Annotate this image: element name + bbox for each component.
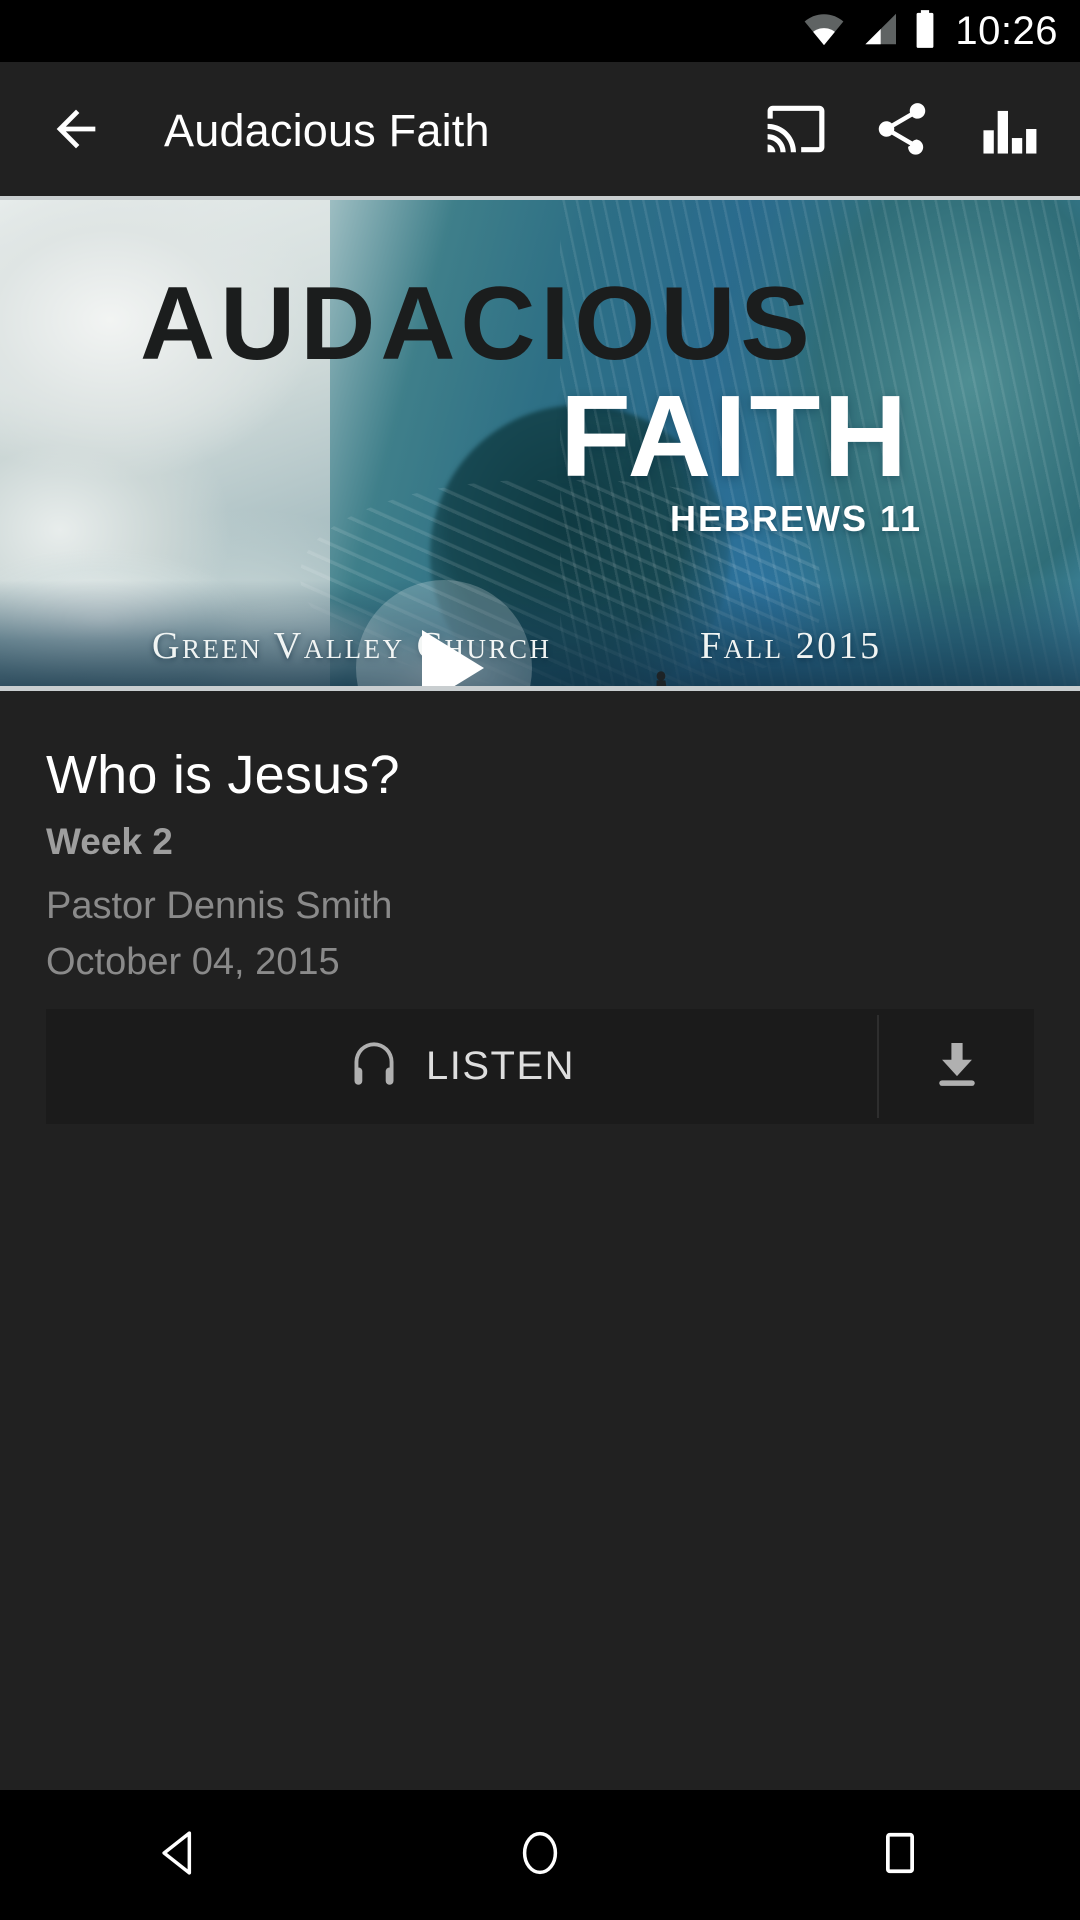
listen-button[interactable]: LISTEN bbox=[46, 1009, 877, 1124]
back-button[interactable] bbox=[28, 83, 124, 179]
share-icon bbox=[871, 98, 933, 165]
download-icon bbox=[929, 1036, 985, 1097]
hero-series-word-1: AUDACIOUS bbox=[140, 266, 815, 382]
app-bar: Audacious Faith bbox=[0, 62, 1080, 200]
wifi-icon bbox=[803, 12, 845, 51]
listen-button-label: LISTEN bbox=[425, 1044, 576, 1088]
nav-back-button[interactable] bbox=[100, 1790, 260, 1920]
app-bar-actions bbox=[750, 85, 1080, 177]
sermon-speaker: Pastor Dennis Smith bbox=[46, 885, 393, 927]
system-navigation-bar bbox=[0, 1790, 1080, 1920]
play-icon bbox=[422, 630, 484, 690]
sermon-week-label: Week 2 bbox=[46, 821, 173, 862]
stats-bar-chart-icon bbox=[977, 98, 1039, 165]
nav-recents-button[interactable] bbox=[820, 1790, 980, 1920]
cast-icon bbox=[765, 98, 827, 165]
nav-home-button[interactable] bbox=[460, 1790, 620, 1920]
sermon-date: October 04, 2015 bbox=[46, 941, 340, 983]
nav-home-circle-icon bbox=[512, 1825, 568, 1886]
stats-button[interactable] bbox=[962, 85, 1054, 177]
battery-icon bbox=[913, 9, 937, 53]
hero-scripture-reference: HEBREWS 11 bbox=[670, 498, 923, 539]
nav-recents-square-icon bbox=[872, 1825, 928, 1886]
action-button-row: LISTEN bbox=[46, 1009, 1034, 1124]
back-arrow-icon bbox=[47, 100, 105, 163]
headphones-icon bbox=[348, 1038, 400, 1095]
status-bar-icons bbox=[803, 9, 937, 53]
nav-back-triangle-icon bbox=[152, 1825, 208, 1886]
app-bar-title: Audacious Faith bbox=[164, 105, 490, 156]
hero-series-word-2: FAITH bbox=[560, 371, 911, 501]
sermon-detail-panel: Who is Jesus? Week 2 Pastor Dennis Smith… bbox=[0, 691, 1080, 1790]
hero-video-thumbnail[interactable]: AUDACIOUS FAITH HEBREWS 11 Green Valley … bbox=[0, 200, 1080, 690]
sermon-title: Who is Jesus? bbox=[46, 745, 400, 805]
cellular-signal-icon bbox=[858, 12, 900, 51]
status-bar-clock: 10:26 bbox=[955, 9, 1058, 53]
share-button[interactable] bbox=[856, 85, 948, 177]
download-button[interactable] bbox=[879, 1009, 1034, 1124]
status-bar: 10:26 bbox=[0, 0, 1080, 62]
cast-button[interactable] bbox=[750, 85, 842, 177]
hero-season: Fall 2015 bbox=[700, 625, 882, 667]
